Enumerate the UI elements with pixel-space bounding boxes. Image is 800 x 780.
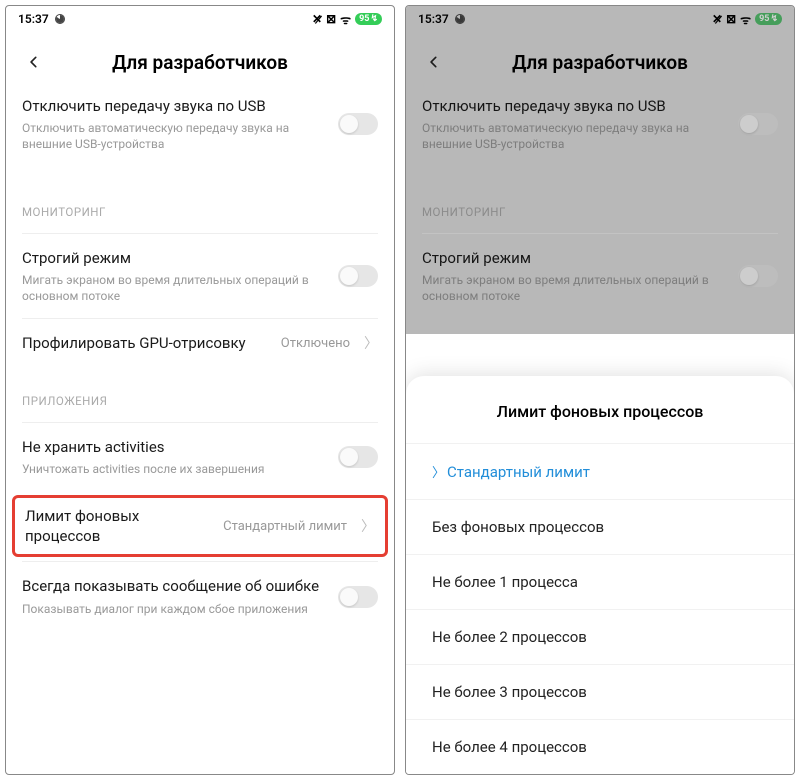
back-button[interactable] <box>22 50 46 74</box>
chevron-left-icon <box>27 55 41 69</box>
row-usb-audio: Отключить передачу звука по USB Отключит… <box>422 96 778 167</box>
phone-sheet: 15:37 ✕̷ ⊠ ᯤ 95↯ Для разработчиков Отклю… <box>405 5 795 775</box>
sheet-option-standard[interactable]: 〉Стандартный лимит <box>406 443 794 499</box>
section-monitoring: МОНИТОРИНГ <box>22 205 378 219</box>
option-label: Не более 2 процессов <box>432 628 587 646</box>
row-title: Строгий режим <box>22 248 328 268</box>
toggle-usb-audio <box>738 113 778 135</box>
bottom-sheet: Лимит фоновых процессов 〉Стандартный лим… <box>406 376 794 774</box>
row-usb-audio[interactable]: Отключить передачу звука по USB Отключит… <box>22 96 378 167</box>
battery-pill: 95↯ <box>355 13 382 25</box>
toggle-strict <box>738 265 778 287</box>
sheet-option-none[interactable]: Без фоновых процессов <box>406 499 794 554</box>
row-activities[interactable]: Не хранить activities Уничтожать activit… <box>22 422 378 491</box>
option-label: Стандартный лимит <box>447 463 590 481</box>
chevron-right-icon: 〉 <box>364 333 378 353</box>
status-right: ✕̷ ⊠ ᯤ 95↯ <box>312 11 382 28</box>
row-gpu-profile[interactable]: Профилировать GPU-отрисовку Отключено 〉 <box>22 318 378 367</box>
row-value: Отключено <box>281 336 350 351</box>
settings-content-dimmed: Отключить передачу звука по USB Отключит… <box>406 96 794 334</box>
pie-icon <box>55 14 65 24</box>
row-sub: Уничтожать activities после их завершени… <box>22 461 328 477</box>
option-label: Не более 4 процессов <box>432 738 587 756</box>
app-header: Для разработчиков <box>6 32 394 96</box>
toggle-usb-audio[interactable] <box>338 113 378 135</box>
section-monitoring: МОНИТОРИНГ <box>422 205 778 219</box>
sheet-option-1[interactable]: Не более 1 процесса <box>406 554 794 609</box>
row-title: Отключить передачу звука по USB <box>422 96 728 116</box>
row-sub: Мигать экраном во время длительных опера… <box>422 272 728 304</box>
sheet-title: Лимит фоновых процессов <box>406 402 794 443</box>
back-button[interactable] <box>422 50 446 74</box>
page-title: Для разработчиков <box>466 51 734 74</box>
status-bar: 15:37 ✕̷ ⊠ ᯤ 95↯ <box>406 6 794 32</box>
toggle-crash[interactable] <box>338 586 378 608</box>
pie-icon <box>455 14 465 24</box>
chevron-left-icon <box>427 55 441 69</box>
row-title: Профилировать GPU-отрисовку <box>22 333 271 353</box>
wifi-icon: ᯤ <box>340 11 351 28</box>
row-sub: Мигать экраном во время длительных опера… <box>22 272 328 304</box>
chevron-right-icon: 〉 <box>361 516 375 536</box>
row-sub: Отключить автоматическую передачу звука … <box>422 120 728 152</box>
row-strict-mode[interactable]: Строгий режим Мигать экраном во время дл… <box>22 233 378 319</box>
app-header: Для разработчиков <box>406 32 794 96</box>
wifi-icon: ᯤ <box>740 11 751 28</box>
page-title: Для разработчиков <box>66 51 334 74</box>
status-bar: 15:37 ✕̷ ⊠ ᯤ 95↯ <box>6 6 394 32</box>
row-title: Всегда показывать сообщение об ошибке <box>22 576 328 596</box>
row-sub: Отключить автоматическую передачу звука … <box>22 120 328 152</box>
option-label: Не более 1 процесса <box>432 573 578 591</box>
sheet-option-3[interactable]: Не более 3 процессов <box>406 664 794 719</box>
row-crash-dialog[interactable]: Всегда показывать сообщение об ошибке По… <box>22 561 378 630</box>
vibrate-icon: ✕̷ <box>712 12 722 26</box>
option-label: Не более 3 процессов <box>432 683 587 701</box>
row-sub: Показывать диалог при каждом сбое прилож… <box>22 601 328 617</box>
sheet-option-2[interactable]: Не более 2 процессов <box>406 609 794 664</box>
section-apps: ПРИЛОЖЕНИЯ <box>22 394 378 408</box>
row-title: Отключить передачу звука по USB <box>22 96 328 116</box>
toggle-activities[interactable] <box>338 446 378 468</box>
row-title: Строгий режим <box>422 248 728 268</box>
toggle-strict[interactable] <box>338 265 378 287</box>
row-bg-limit[interactable]: Лимит фоновых процессов Стандартный лими… <box>25 506 375 547</box>
option-label: Без фоновых процессов <box>432 518 604 536</box>
row-strict-mode: Строгий режим Мигать экраном во время дл… <box>422 233 778 319</box>
chevron-right-icon: 〉 <box>432 466 445 481</box>
settings-content: Отключить передачу звука по USB Отключит… <box>6 96 394 647</box>
status-left: 15:37 <box>18 12 65 26</box>
row-title: Лимит фоновых процессов <box>25 506 213 547</box>
status-time: 15:37 <box>418 12 449 26</box>
status-right: ✕̷ ⊠ ᯤ 95↯ <box>712 11 782 28</box>
x-box-icon: ⊠ <box>326 12 336 26</box>
x-box-icon: ⊠ <box>726 12 736 26</box>
status-left: 15:37 <box>418 12 465 26</box>
row-value: Стандартный лимит <box>223 519 347 534</box>
highlight-bg-limit: Лимит фоновых процессов Стандартный лими… <box>12 495 388 558</box>
row-title: Не хранить activities <box>22 437 328 457</box>
battery-pill: 95↯ <box>755 13 782 25</box>
sheet-option-4[interactable]: Не более 4 процессов <box>406 719 794 774</box>
status-time: 15:37 <box>18 12 49 26</box>
vibrate-icon: ✕̷ <box>312 12 322 26</box>
phone-settings: 15:37 ✕̷ ⊠ ᯤ 95↯ Для разработчиков Отклю… <box>5 5 395 775</box>
